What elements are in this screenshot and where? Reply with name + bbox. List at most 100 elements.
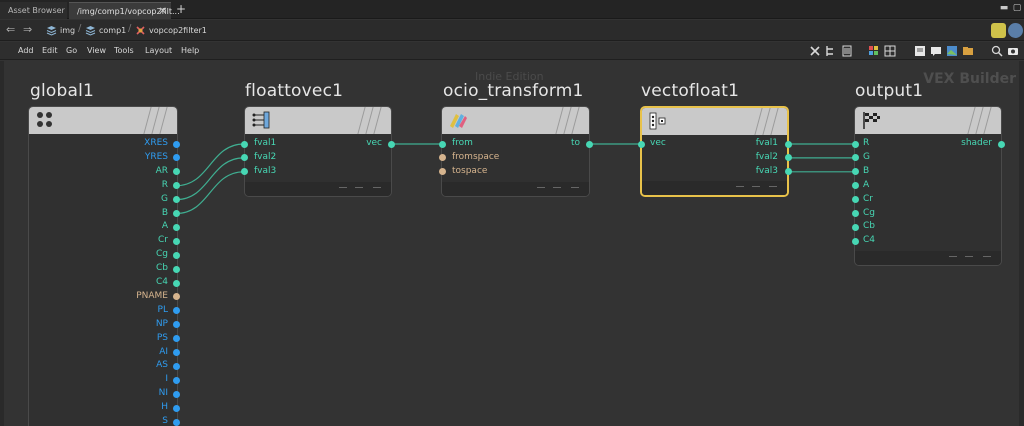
port-vectofloat1-in-vec[interactable] <box>637 140 645 148</box>
vector-to-float-icon <box>649 112 666 130</box>
port-label-ps: PS <box>156 332 168 343</box>
port-global1-out-r[interactable] <box>172 182 180 190</box>
port-label-cr: Cr <box>863 193 873 204</box>
port-global1-out-ai[interactable] <box>172 349 180 356</box>
port-global1-out-s[interactable] <box>172 418 180 426</box>
menu-edit[interactable]: Edit <box>42 42 58 60</box>
breadcrumb-img[interactable]: img <box>46 23 75 38</box>
port-global1-out-g[interactable] <box>172 196 180 204</box>
port-global1-out-ps[interactable] <box>172 335 180 343</box>
menu-bar: Add Edit Go View Tools Layout Help <box>0 42 1024 60</box>
port-vectofloat1-out-fval3[interactable] <box>784 168 792 176</box>
port-global1-out-cb[interactable] <box>172 265 180 273</box>
port-label-b: B <box>161 207 168 218</box>
grid-icon[interactable] <box>884 45 896 57</box>
port-label-shader: shader <box>961 138 992 148</box>
port-label-fval3: fval3 <box>254 165 277 176</box>
port-output1-in-g[interactable] <box>851 154 859 162</box>
port-output1-in-r[interactable] <box>851 140 859 148</box>
port-label-g: G <box>863 151 870 162</box>
port-global1-out-ar[interactable] <box>172 168 180 176</box>
port-global1-out-as[interactable] <box>172 362 180 370</box>
menu-add[interactable]: Add <box>18 42 34 60</box>
node-header[interactable] <box>245 107 391 134</box>
pane-menu-icon[interactable]: ▬ <box>999 3 1009 13</box>
port-label-i: I <box>165 374 168 385</box>
port-ocio-in-from[interactable] <box>438 140 446 148</box>
comment-icon[interactable] <box>930 45 942 57</box>
menu-help[interactable]: Help <box>181 42 199 60</box>
port-output1-in-cr[interactable] <box>851 196 859 204</box>
add-tab-button[interactable]: + <box>176 2 186 17</box>
port-global1-out-cg[interactable] <box>172 251 180 259</box>
close-icon[interactable]: ✕ <box>159 3 167 20</box>
folder-icon[interactable] <box>962 45 974 57</box>
port-global1-out-yres[interactable] <box>172 154 180 162</box>
port-floattovec1-in-fval1[interactable] <box>240 140 248 148</box>
search-icon[interactable] <box>991 45 1003 57</box>
port-vectofloat1-out-fval1[interactable] <box>784 140 792 148</box>
layout-tree-icon[interactable] <box>825 45 837 57</box>
port-floattovec1-in-fval2[interactable] <box>240 154 248 162</box>
sticky-note-icon[interactable] <box>914 45 926 57</box>
camera-icon[interactable] <box>1007 45 1019 57</box>
port-global1-out-ni[interactable] <box>172 390 180 398</box>
menu-go[interactable]: Go <box>66 42 77 60</box>
port-global1-out-c4[interactable] <box>172 279 180 287</box>
tools-icon[interactable] <box>809 45 821 57</box>
node-title-floattovec1: floattovec1 <box>245 81 344 101</box>
port-label-a: A <box>161 221 168 232</box>
color-palette-icon[interactable] <box>868 45 880 57</box>
node-output1[interactable] <box>854 106 1002 266</box>
port-output1-out-shader[interactable] <box>997 140 1005 148</box>
menu-view[interactable]: View <box>87 42 106 60</box>
port-output1-in-a[interactable] <box>851 182 859 190</box>
port-output1-in-cg[interactable] <box>851 210 859 217</box>
menu-layout[interactable]: Layout <box>145 42 172 60</box>
port-global1-out-pl[interactable] <box>172 307 180 315</box>
tab-network-editor[interactable]: /img/comp1/vopcop2filt... ✕ <box>69 2 180 20</box>
port-global1-out-b[interactable] <box>172 210 180 217</box>
node-title-global1: global1 <box>30 81 95 101</box>
breadcrumb-comp1[interactable]: comp1 <box>85 23 126 38</box>
port-floattovec1-out-vec[interactable] <box>387 140 395 148</box>
back-arrow-icon[interactable]: ⇐ <box>6 23 15 36</box>
port-global1-out-cr[interactable] <box>172 237 180 245</box>
link-icon[interactable] <box>1008 23 1023 38</box>
port-output1-in-cb[interactable] <box>851 223 859 231</box>
node-title-vectofloat1: vectofloat1 <box>641 81 740 101</box>
port-ocio-out-to[interactable] <box>585 140 593 148</box>
node-header[interactable] <box>442 107 589 134</box>
breadcrumb-vopcop2filter1[interactable]: vopcop2filter1 <box>135 23 207 38</box>
list-view-icon[interactable] <box>841 45 853 57</box>
port-global1-out-i[interactable] <box>172 376 180 384</box>
port-global1-out-a[interactable] <box>172 223 180 231</box>
port-output1-in-c4[interactable] <box>851 237 859 245</box>
image-icon[interactable] <box>946 45 958 57</box>
tab-asset-browser[interactable]: Asset Browser <box>0 2 67 19</box>
breadcrumb-label: vopcop2filter1 <box>149 26 207 35</box>
port-label-cr: Cr <box>158 235 168 246</box>
node-header[interactable] <box>855 107 1001 134</box>
port-label-np: NP <box>155 318 168 329</box>
maximize-icon[interactable]: ▢ <box>1012 3 1022 13</box>
port-output1-in-b[interactable] <box>851 168 859 176</box>
port-label-pl: PL <box>157 304 168 315</box>
forward-arrow-icon[interactable]: ⇒ <box>23 23 32 36</box>
node-title-output1: output1 <box>855 81 924 101</box>
node-header[interactable] <box>642 108 787 135</box>
port-label-from: from <box>452 138 473 148</box>
port-global1-out-pname[interactable] <box>172 293 180 301</box>
menu-tools[interactable]: Tools <box>114 42 134 60</box>
port-ocio-in-tospace[interactable] <box>438 168 446 176</box>
port-ocio-in-fromspace[interactable] <box>438 154 446 162</box>
port-label-as: AS <box>156 360 168 371</box>
port-vectofloat1-out-fval2[interactable] <box>784 154 792 162</box>
port-floattovec1-in-fval3[interactable] <box>240 168 248 176</box>
port-global1-out-h[interactable] <box>172 404 180 412</box>
port-global1-out-np[interactable] <box>172 321 180 329</box>
pin-icon[interactable] <box>991 23 1006 38</box>
port-label-s: S <box>162 416 168 426</box>
port-global1-out-xres[interactable] <box>172 140 180 148</box>
node-header[interactable] <box>29 107 177 134</box>
